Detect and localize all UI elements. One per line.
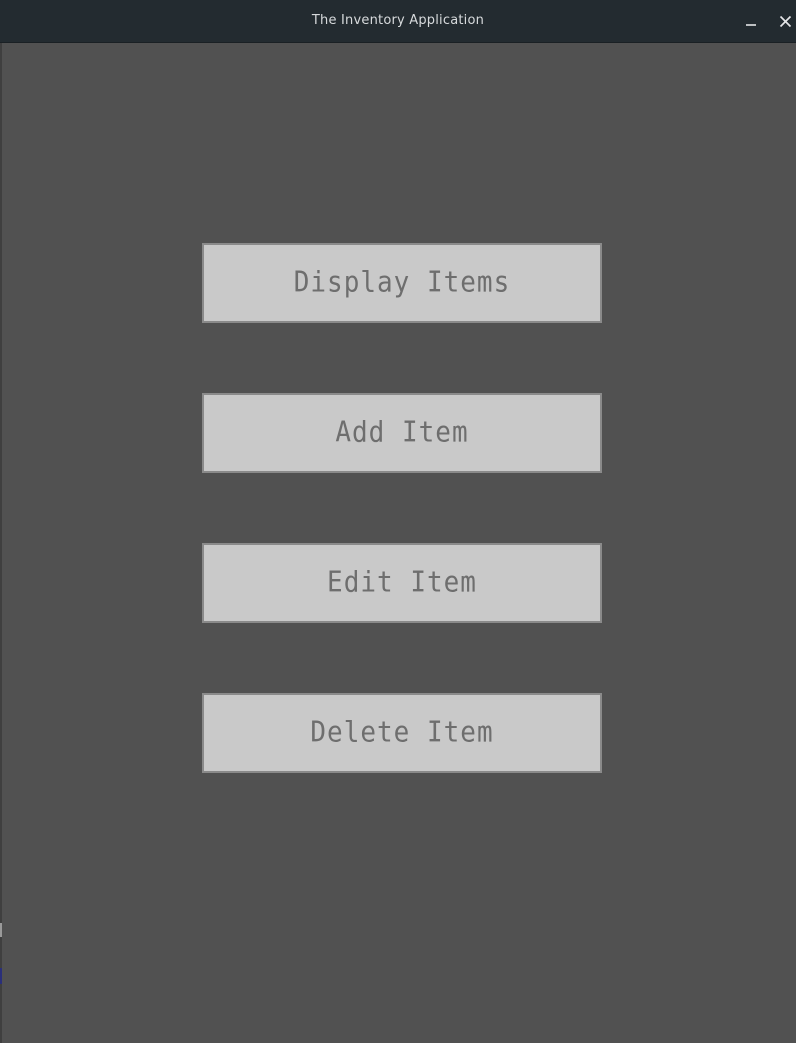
add-item-button[interactable]: Add Item [202, 393, 602, 473]
window-left-edge [0, 43, 2, 1043]
window-title: The Inventory Application [311, 13, 485, 28]
add-item-label: Add Item [335, 416, 469, 450]
delete-item-label: Delete Item [310, 716, 494, 750]
minimize-icon [745, 15, 757, 27]
close-icon [779, 15, 792, 28]
edge-mark [0, 923, 2, 937]
title-bar[interactable]: The Inventory Application [0, 0, 796, 43]
app-window: The Inventory Application Display Items … [0, 0, 796, 1043]
edge-mark [0, 968, 2, 984]
display-items-label: Display Items [293, 266, 511, 300]
minimize-button[interactable] [740, 10, 762, 32]
delete-item-button[interactable]: Delete Item [202, 693, 602, 773]
edit-item-button[interactable]: Edit Item [202, 543, 602, 623]
edit-item-label: Edit Item [327, 566, 477, 600]
display-items-button[interactable]: Display Items [202, 243, 602, 323]
close-button[interactable] [774, 10, 796, 32]
